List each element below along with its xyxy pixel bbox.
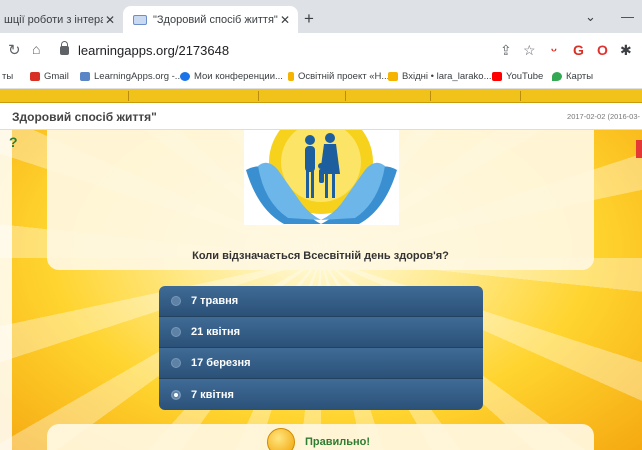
project-icon: [288, 72, 294, 81]
answer-option[interactable]: 7 травня: [159, 286, 483, 317]
tab-title: "Здоровий спосіб життя": [153, 13, 278, 26]
tab-title: шції роботи з інтерактив: [4, 13, 103, 26]
radio-icon[interactable]: [171, 327, 181, 337]
zoom-icon: [180, 72, 190, 81]
quiz-app: ? Коли відзначається Всесвітній день здо…: [0, 130, 642, 450]
maps-pin-icon: [552, 72, 562, 81]
answer-label: 17 березня: [191, 357, 251, 369]
bookmark-inbox[interactable]: Вхідні • lara_larako...: [388, 71, 492, 82]
answer-option[interactable]: 17 березня: [159, 348, 483, 379]
tab-inactive[interactable]: шції роботи з інтерактив ✕: [0, 6, 123, 33]
bookmark-conferences[interactable]: Мои конференции...: [180, 71, 283, 82]
feedback-panel: Правильно!: [47, 424, 594, 450]
bookmark-maps[interactable]: Карты: [552, 71, 593, 82]
answer-option-selected[interactable]: 7 квітня: [159, 379, 483, 410]
share-icon[interactable]: ⇪: [500, 42, 512, 59]
extensions-puzzle-icon[interactable]: ✱: [620, 42, 632, 59]
radio-selected-icon[interactable]: [171, 389, 181, 400]
extension-g-icon[interactable]: G: [573, 42, 584, 58]
bookmark-star-icon[interactable]: ☆: [523, 42, 536, 59]
bookmark-youtube[interactable]: YouTube: [492, 71, 543, 82]
url-field[interactable]: learningapps.org/2173648: [56, 38, 496, 62]
healthy-family-hands-image: [246, 130, 397, 224]
bookmark-item[interactable]: ты: [2, 71, 13, 82]
lock-icon: [60, 40, 69, 55]
app-date: 2017-02-02 (2016-03-: [567, 112, 640, 121]
answer-list: 7 травня 21 квітня 17 березня 7 квітня: [159, 286, 483, 410]
tab-bar: шції роботи з інтерактив ✕ "Здоровий спо…: [0, 0, 642, 33]
menu-divider: [128, 91, 129, 101]
answer-option[interactable]: 21 квітня: [159, 317, 483, 348]
bookmark-learningapps[interactable]: LearningApps.org -...: [80, 71, 183, 82]
answer-label: 7 травня: [191, 295, 239, 307]
feedback-text: Правильно!: [305, 436, 371, 448]
menu-divider: [520, 91, 521, 101]
app-header: Здоровий спосіб життя" 2017-02-02 (2016-…: [0, 104, 642, 130]
question-text: Коли відзначається Всесвітній день здоро…: [192, 250, 449, 262]
bookmark-gmail[interactable]: Gmail: [30, 71, 69, 82]
learningapps-icon: [80, 72, 90, 81]
thumbs-up-icon: [267, 428, 295, 450]
menu-divider: [258, 91, 259, 101]
side-marker: [636, 140, 642, 158]
mail-icon: [388, 72, 398, 81]
menu-divider: [430, 91, 431, 101]
menu-divider: [345, 91, 346, 101]
home-icon[interactable]: ⌂: [32, 41, 40, 57]
bookmark-project[interactable]: Освітній проект «Н...: [288, 71, 389, 82]
new-tab-button[interactable]: +: [304, 9, 314, 29]
bookmarks-bar: ты Gmail LearningApps.org -... Мои конфе…: [0, 67, 642, 89]
question-card: Коли відзначається Всесвітній день здоро…: [47, 130, 594, 270]
extension-icon[interactable]: ᵕ: [551, 42, 557, 58]
address-bar: ↻ ⌂ learningapps.org/2173648 ⇪ ☆ ᵕ G O ✱: [0, 33, 642, 67]
learningapps-favicon-icon: [133, 14, 147, 25]
left-margin: [0, 130, 12, 450]
app-title: Здоровий спосіб життя": [12, 110, 157, 124]
tab-search-icon[interactable]: ⌄: [585, 9, 596, 25]
url-text: learningapps.org/2173648: [78, 42, 230, 58]
youtube-icon: [492, 72, 502, 81]
tab-close-icon[interactable]: ✕: [278, 13, 292, 27]
radio-icon[interactable]: [171, 358, 181, 368]
minimize-button[interactable]: —: [621, 9, 634, 24]
opera-icon[interactable]: O: [597, 42, 608, 58]
answer-label: 7 квітня: [191, 388, 234, 401]
tab-active[interactable]: "Здоровий спосіб життя" ✕: [123, 6, 298, 33]
radio-icon[interactable]: [171, 296, 181, 306]
question-image: [244, 130, 399, 225]
help-icon[interactable]: ?: [9, 134, 23, 150]
gmail-icon: [30, 72, 40, 81]
tab-close-icon[interactable]: ✕: [103, 13, 117, 27]
reload-icon[interactable]: ↻: [8, 41, 21, 59]
site-menu-strip: [0, 89, 642, 103]
answer-label: 21 квітня: [191, 326, 241, 338]
